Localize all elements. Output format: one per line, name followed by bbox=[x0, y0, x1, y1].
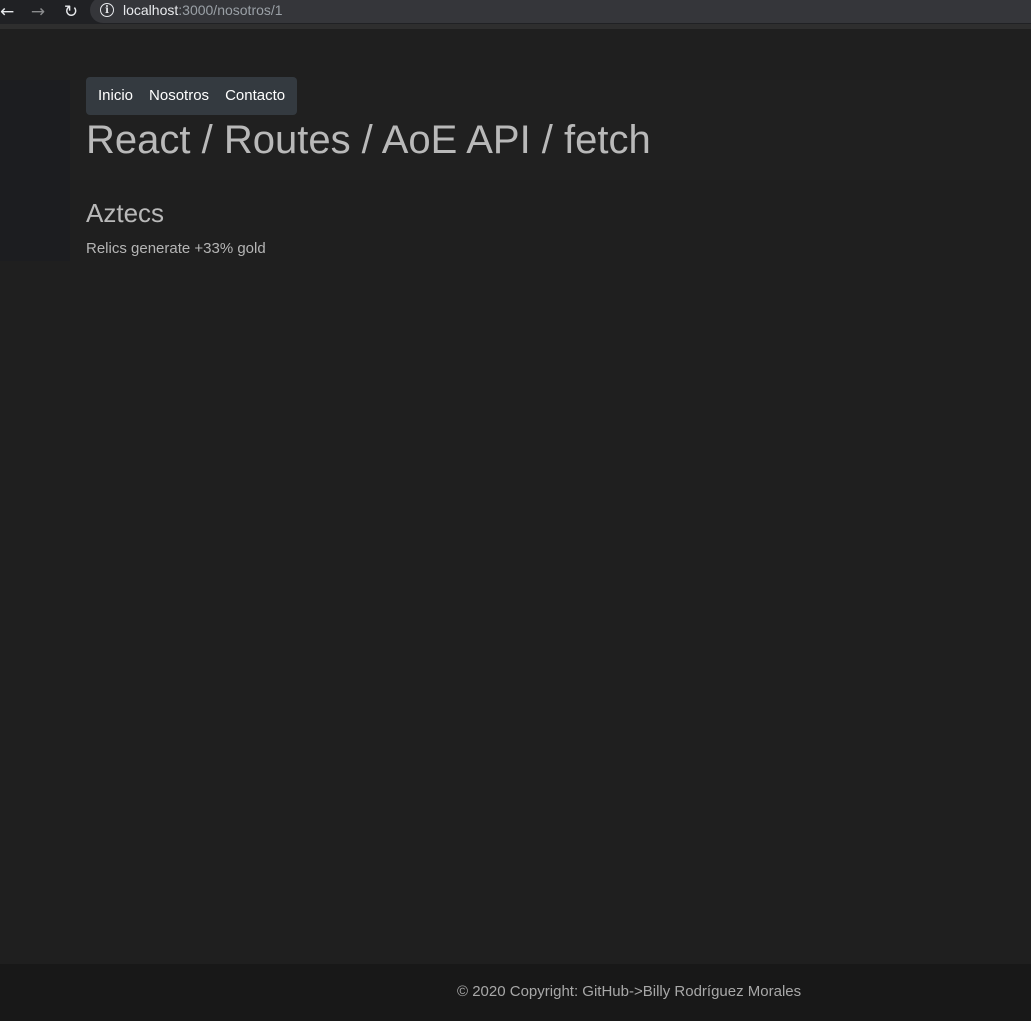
arrow-right-icon: → bbox=[30, 1, 46, 22]
arrow-left-icon: ← bbox=[0, 1, 15, 22]
page-title: React / Routes / AoE API / fetch bbox=[86, 118, 651, 162]
side-panel bbox=[0, 80, 70, 261]
civilization-bonus: Relics generate +33% gold bbox=[86, 240, 266, 257]
back-button[interactable]: ← bbox=[0, 0, 18, 24]
address-bar[interactable]: i localhost:3000/nosotros/1 bbox=[90, 0, 1031, 23]
info-icon[interactable]: i bbox=[100, 3, 114, 17]
forward-button[interactable]: → bbox=[18, 0, 58, 24]
main-navbar: Inicio Nosotros Contacto bbox=[86, 77, 298, 115]
reload-button[interactable]: ↻ bbox=[58, 0, 84, 24]
url-host: localhost bbox=[123, 2, 179, 18]
nav-link-contacto[interactable]: Contacto bbox=[217, 77, 293, 115]
browser-toolbar: ← → ↻ i localhost:3000/nosotros/1 bbox=[0, 0, 1031, 24]
civilization-name: Aztecs bbox=[86, 198, 165, 228]
footer-copyright: © 2020 Copyright: GitHub->Billy Rodrígue… bbox=[457, 983, 802, 1000]
toolbar-divider bbox=[0, 24, 1031, 29]
reload-icon: ↻ bbox=[63, 1, 79, 22]
nav-link-nosotros[interactable]: Nosotros bbox=[141, 77, 217, 115]
url-path: :3000/nosotros/1 bbox=[178, 2, 283, 18]
nav-link-inicio[interactable]: Inicio bbox=[90, 77, 141, 115]
